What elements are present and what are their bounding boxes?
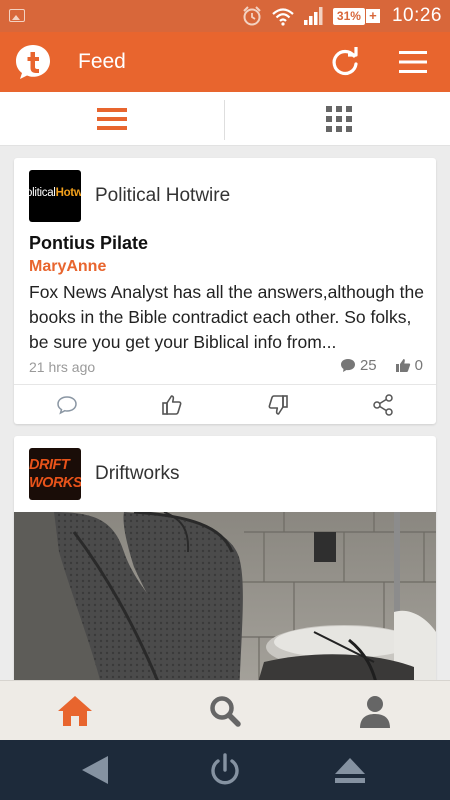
feed-list[interactable]: oliticalHotwi Political Hotwire Pontius … [0, 146, 450, 680]
post-actions [14, 384, 436, 424]
forum-logo[interactable]: DRIFT WORKS [29, 448, 81, 500]
comment-icon[interactable] [55, 393, 79, 417]
image-notification-icon [9, 9, 25, 22]
feed-card[interactable]: oliticalHotwi Political Hotwire Pontius … [14, 158, 436, 424]
like-count-icon [395, 359, 410, 372]
thumbs-down-icon[interactable] [266, 393, 290, 417]
forum-logo-line2: WORKS [29, 475, 81, 491]
feed-card[interactable]: DRIFT WORKS Driftworks [14, 436, 436, 680]
post-author[interactable]: MaryAnne [29, 258, 106, 276]
alarm-icon [243, 6, 261, 26]
search-icon[interactable] [206, 693, 244, 729]
system-nav-bar [0, 740, 450, 800]
profile-icon[interactable] [356, 693, 394, 729]
share-icon[interactable] [371, 393, 395, 417]
page-title: Feed [78, 50, 126, 73]
forum-logo-line1: DRIFT [29, 457, 70, 473]
post-image[interactable] [14, 512, 436, 680]
bottom-tab-bar [0, 680, 450, 740]
forum-logo[interactable]: oliticalHotwi [29, 170, 81, 222]
post-excerpt[interactable]: Fox News Analyst has all the answers,alt… [29, 280, 425, 355]
post-timestamp: 21 hrs ago [29, 359, 96, 375]
battery-indicator: 31% + [332, 7, 380, 25]
app-bar: Feed [0, 32, 450, 92]
forum-name[interactable]: Driftworks [95, 463, 179, 485]
back-icon[interactable] [78, 752, 114, 788]
comment-count: 25 [359, 357, 377, 374]
list-view-icon[interactable] [94, 104, 130, 134]
forum-logo-text-orange: Hotwi [55, 187, 81, 199]
wifi-icon [272, 8, 294, 26]
post-title[interactable]: Pontius Pilate [29, 233, 148, 254]
clock: 10:26 [391, 5, 442, 26]
toggle-divider [224, 100, 225, 140]
like-count: 0 [414, 357, 423, 374]
view-toggle-bar [0, 92, 450, 146]
menu-icon[interactable] [397, 48, 429, 76]
recent-apps-icon[interactable] [332, 752, 368, 788]
forum-logo-text-white: olitical [29, 187, 56, 199]
comment-count-icon [340, 359, 355, 372]
signal-icon [303, 7, 323, 25]
tapatalk-logo-icon[interactable] [14, 43, 52, 81]
post-stats: 25 0 [340, 357, 423, 374]
charging-icon: + [365, 9, 380, 23]
status-bar: 31% + 10:26 [0, 0, 450, 32]
thumbs-up-icon[interactable] [160, 393, 184, 417]
forum-name[interactable]: Political Hotwire [95, 185, 230, 207]
grid-view-icon[interactable] [322, 102, 356, 136]
battery-level: 31% [332, 7, 365, 25]
refresh-icon[interactable] [328, 45, 362, 79]
power-home-icon[interactable] [207, 752, 243, 788]
home-icon[interactable] [56, 693, 94, 729]
